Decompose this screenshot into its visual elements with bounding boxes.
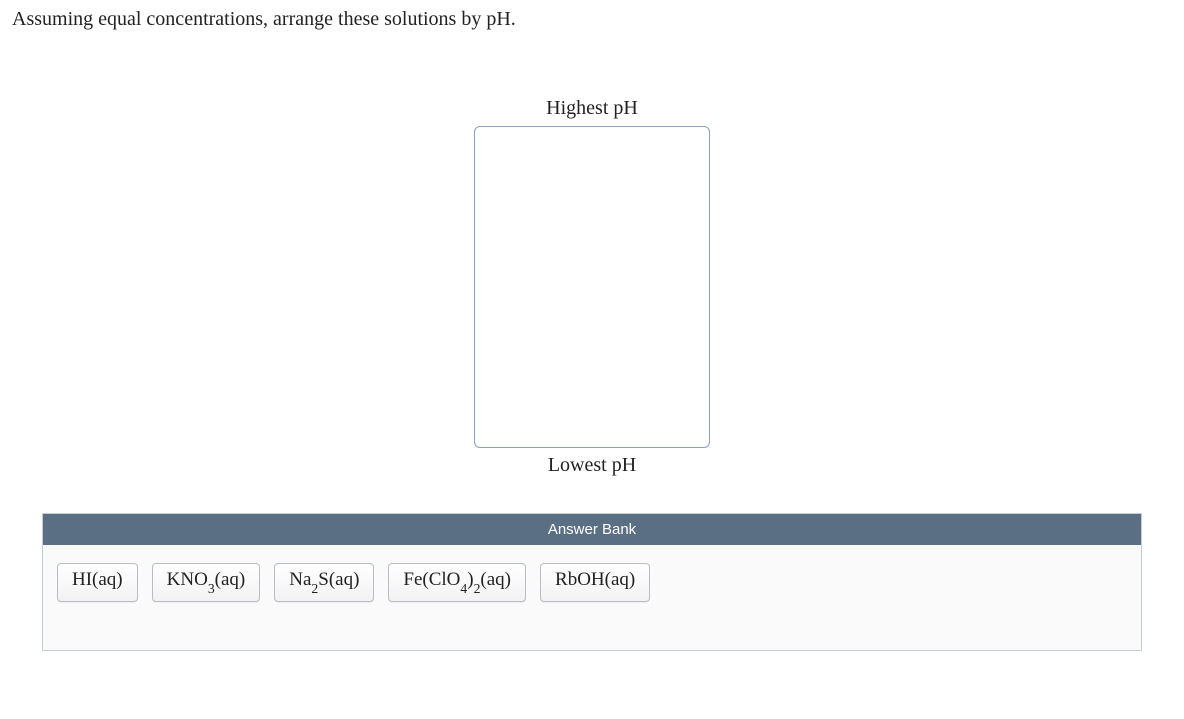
- ranking-drop-zone[interactable]: [474, 126, 710, 448]
- answer-bank-title: Answer Bank: [43, 514, 1141, 545]
- highest-ph-label: Highest pH: [546, 97, 638, 120]
- answer-bank-body[interactable]: HI(aq) KNO3(aq) Na2S(aq) Fe(ClO4)2(aq) R…: [43, 545, 1141, 650]
- lowest-ph-label: Lowest pH: [548, 454, 636, 477]
- tile-hi[interactable]: HI(aq): [57, 563, 138, 602]
- answer-bank: Answer Bank HI(aq) KNO3(aq) Na2S(aq) Fe(…: [42, 513, 1142, 651]
- question-text: Assuming equal concentrations, arrange t…: [12, 8, 1172, 31]
- ranking-area: Highest pH Lowest pH: [12, 91, 1172, 483]
- tile-feclo4-2[interactable]: Fe(ClO4)2(aq): [388, 563, 526, 602]
- tile-rboh[interactable]: RbOH(aq): [540, 563, 650, 602]
- tile-kno3[interactable]: KNO3(aq): [152, 563, 261, 602]
- tile-na2s[interactable]: Na2S(aq): [274, 563, 374, 602]
